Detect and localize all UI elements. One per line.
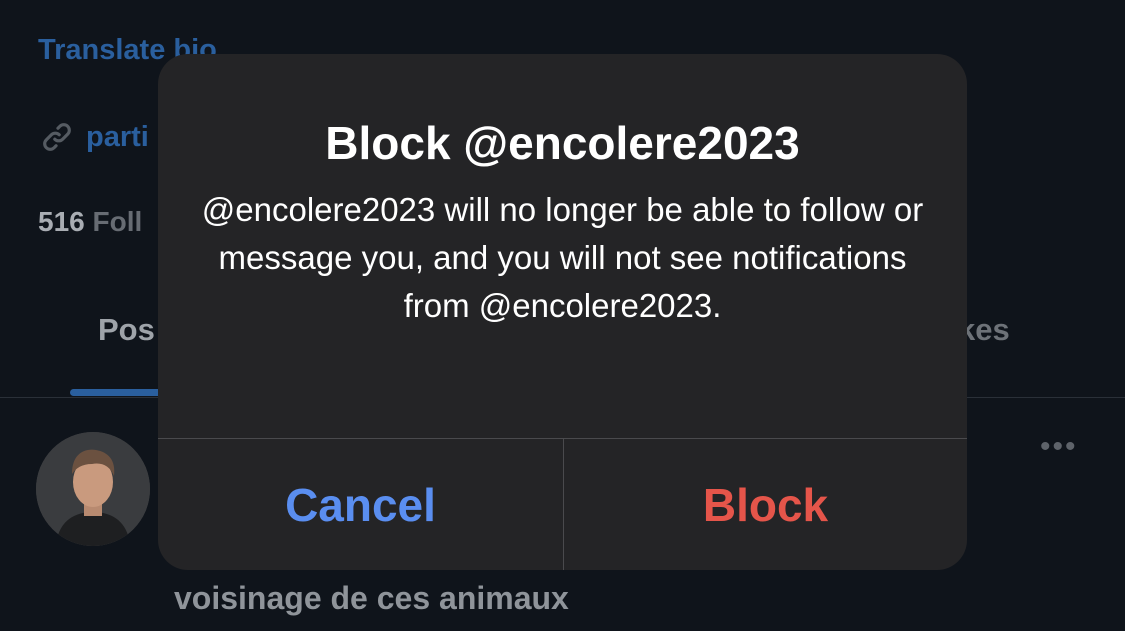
post-text: voisinage de ces animaux <box>174 580 569 616</box>
active-tab-indicator <box>70 389 170 396</box>
block-button-label: Block <box>702 478 829 531</box>
cancel-button[interactable]: Cancel <box>158 439 563 570</box>
followers-count: 516 <box>38 206 85 237</box>
link-icon <box>43 123 71 151</box>
profile-link-text: parti <box>86 120 149 153</box>
cancel-button-label: Cancel <box>285 478 436 531</box>
avatar[interactable] <box>36 432 150 546</box>
alert-message: @encolere2023 will no longer be able to … <box>201 191 924 324</box>
block-alert-dialog: Block @encolere2023 @encolere2023 will n… <box>158 54 967 570</box>
screen: Translate bio parti 516 Foll Pos kes •••… <box>0 0 1125 631</box>
profile-link-row[interactable]: parti <box>38 118 149 156</box>
more-horizontal-icon[interactable]: ••• <box>1040 430 1078 464</box>
block-button[interactable]: Block <box>564 439 967 570</box>
alert-title: Block @encolere2023 <box>325 117 800 169</box>
followers-label: Foll <box>92 206 143 237</box>
followers-stat[interactable]: 516 Foll <box>38 206 142 238</box>
tab-posts[interactable]: Pos <box>98 312 155 348</box>
avatar-image <box>36 432 150 546</box>
